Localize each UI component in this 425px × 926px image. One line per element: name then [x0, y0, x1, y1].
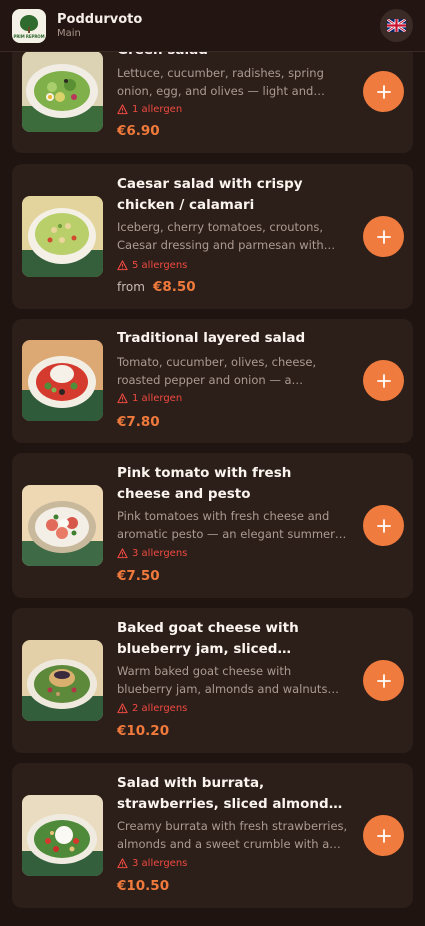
warning-icon — [117, 857, 128, 868]
allergen-count: 3 allergens — [132, 857, 188, 869]
warning-icon — [117, 259, 128, 270]
item-title: Pink tomato with fresh cheese and pesto — [117, 465, 292, 502]
brand: Poddurvoto Main — [57, 12, 142, 40]
item-title: Baked goat cheese with blueberry jam, sl… — [117, 620, 299, 657]
tree-icon — [20, 14, 38, 33]
menu-item-card[interactable]: Baked goat cheese with blueberry jam, sl… — [12, 608, 413, 753]
dish-image — [22, 485, 103, 566]
uk-flag-icon — [387, 19, 406, 32]
allergen-count: 3 allergens — [132, 547, 188, 559]
dish-image — [22, 340, 103, 421]
menu-item-card[interactable]: Caesar salad with crispy chicken / calam… — [12, 164, 413, 309]
item-price-value: €7.50 — [117, 568, 160, 584]
item-price-value: €6.90 — [117, 123, 160, 139]
plus-icon — [376, 828, 391, 843]
menu-item-card[interactable]: Traditional layered salad Tomato, cucumb… — [12, 319, 413, 443]
dish-image — [22, 640, 103, 721]
dish-image — [22, 51, 103, 132]
item-title: Salad with burrata, strawberries, sliced… — [117, 775, 342, 812]
allergen-badge: 3 allergens — [117, 546, 187, 560]
item-price: €7.80 — [117, 414, 160, 430]
item-price: from €8.50 — [117, 279, 196, 295]
add-to-cart-button[interactable] — [363, 815, 404, 856]
allergen-count: 1 allergen — [132, 103, 183, 115]
item-price: €7.50 — [117, 568, 160, 584]
plus-icon — [376, 518, 391, 533]
add-to-cart-button[interactable] — [363, 505, 404, 546]
allergen-count: 2 allergens — [132, 702, 188, 714]
item-description: Tomato, cucumber, olives, cheese, roaste… — [117, 355, 317, 387]
menu-item-card[interactable]: Pink tomato with fresh cheese and pesto … — [12, 453, 413, 598]
item-description: Iceberg, cherry tomatoes, croutons, Caes… — [117, 220, 324, 252]
item-description: Warm baked goat cheese with blueberry ja… — [117, 664, 328, 696]
item-description: Lettuce, cucumber, radishes, spring onio… — [117, 66, 324, 98]
plus-icon — [376, 673, 391, 688]
plus-icon — [376, 373, 391, 388]
allergen-badge: 1 allergen — [117, 102, 182, 116]
logo-text: PRIM REPROM — [13, 33, 45, 39]
warning-icon — [117, 702, 128, 713]
allergen-badge: 3 allergens — [117, 856, 187, 870]
price-prefix: from — [117, 280, 145, 294]
item-description: Creamy burrata with fresh strawberries, … — [117, 819, 348, 851]
language-button[interactable] — [380, 9, 413, 42]
item-title: Traditional layered salad — [117, 330, 306, 346]
plus-icon — [376, 229, 391, 244]
app-header: PRIM REPROM Poddurvoto Main — [0, 0, 425, 52]
item-price-value: €7.80 — [117, 414, 160, 430]
allergen-badge: 5 allergens — [117, 258, 187, 272]
menu-item-card[interactable]: Salad with burrata, strawberries, sliced… — [12, 763, 413, 908]
restaurant-logo[interactable]: PRIM REPROM — [12, 8, 46, 43]
menu-section-name: Main — [57, 27, 81, 39]
dish-image — [22, 196, 103, 277]
item-price: €6.90 — [117, 123, 160, 139]
restaurant-name: Poddurvoto — [57, 11, 143, 27]
item-price-value: €10.50 — [117, 878, 170, 894]
allergen-badge: 1 allergen — [117, 391, 182, 405]
add-to-cart-button[interactable] — [363, 360, 404, 401]
allergen-count: 5 allergens — [132, 259, 188, 271]
warning-icon — [117, 547, 128, 558]
allergen-badge: 2 allergens — [117, 701, 187, 715]
dish-image — [22, 795, 103, 876]
item-price: €10.50 — [117, 878, 169, 894]
item-price-value: €10.20 — [117, 723, 170, 739]
add-to-cart-button[interactable] — [363, 660, 404, 701]
item-price-value: €8.50 — [152, 279, 196, 295]
allergen-count: 1 allergen — [132, 392, 183, 404]
add-to-cart-button[interactable] — [363, 71, 404, 112]
item-title: Caesar salad with crispy chicken / calam… — [117, 176, 303, 213]
warning-icon — [117, 392, 128, 403]
warning-icon — [117, 103, 128, 114]
item-price: €10.20 — [117, 723, 169, 739]
item-description: Pink tomatoes with fresh cheese and arom… — [117, 509, 335, 541]
add-to-cart-button[interactable] — [363, 216, 404, 257]
plus-icon — [376, 84, 391, 99]
